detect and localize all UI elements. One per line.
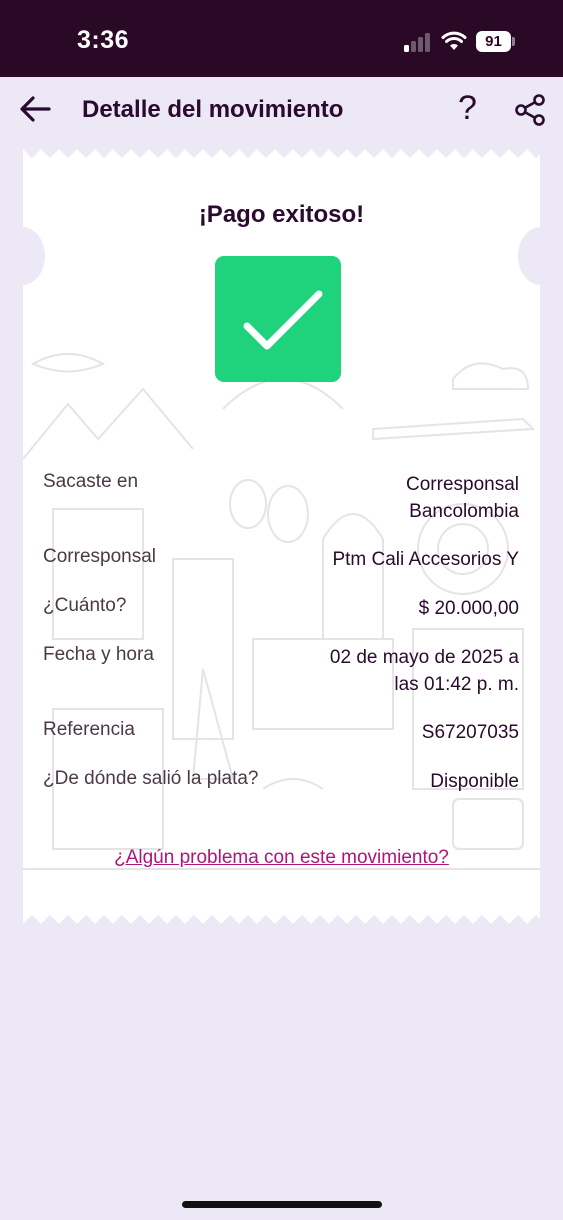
- detail-value: 02 de mayo de 2025 a las 01:42 p. m.: [330, 644, 519, 698]
- detail-label: Sacaste en: [43, 471, 139, 492]
- detail-label: Corresponsal: [43, 546, 156, 567]
- detail-value-line: Ptm Cali Accesorios Y: [332, 549, 519, 570]
- wifi-icon: [441, 31, 467, 50]
- check-icon: [243, 290, 323, 350]
- detail-value-line: Bancolombia: [409, 501, 519, 522]
- detail-label: Fecha y hora: [43, 644, 154, 665]
- detail-value-line: 02 de mayo de 2025 a: [329, 647, 519, 668]
- detail-value-line: S67207035: [421, 722, 519, 743]
- ticket-notch-right: [518, 227, 540, 285]
- home-indicator[interactable]: [182, 1201, 382, 1208]
- receipt-card: ¡Pago exitoso! Sacaste en Corresponsal B…: [23, 149, 540, 924]
- detail-value: $ 20.000,00: [419, 595, 519, 622]
- page-title: Detalle del movimiento: [82, 96, 344, 123]
- battery-icon: 91: [476, 31, 511, 52]
- success-title: ¡Pago exitoso!: [198, 201, 365, 228]
- status-time: 3:36: [77, 26, 130, 54]
- detail-value: Corresponsal Bancolombia: [406, 471, 519, 525]
- help-button[interactable]: ?: [458, 89, 477, 128]
- detail-value-line: las 01:42 p. m.: [394, 674, 519, 695]
- share-icon[interactable]: [514, 93, 546, 127]
- header: Detalle del movimiento ?: [0, 77, 563, 143]
- detail-label: ¿De dónde salió la plata?: [43, 768, 259, 789]
- detail-label: ¿Cuánto?: [43, 595, 127, 616]
- detail-value: Disponible: [430, 768, 519, 795]
- detail-value-line: Corresponsal: [406, 474, 519, 495]
- status-bar: 3:36 91: [0, 0, 563, 77]
- detail-value-line: $ 20.000,00: [418, 598, 519, 619]
- detail-value-line: Disponible: [430, 771, 519, 792]
- back-arrow-icon[interactable]: [18, 94, 52, 124]
- battery-tip: [512, 37, 515, 46]
- ticket-notch-left: [23, 227, 45, 285]
- report-problem-link[interactable]: ¿Algún problema con este movimiento?: [23, 847, 540, 869]
- success-badge: [215, 256, 341, 382]
- cellular-signal-icon: [404, 32, 432, 52]
- detail-value: S67207035: [422, 719, 519, 746]
- detail-value: Ptm Cali Accesorios Y: [332, 546, 519, 573]
- zigzag-edge-top: [23, 149, 540, 158]
- detail-label: Referencia: [43, 719, 135, 740]
- zigzag-edge-bottom: [23, 915, 540, 924]
